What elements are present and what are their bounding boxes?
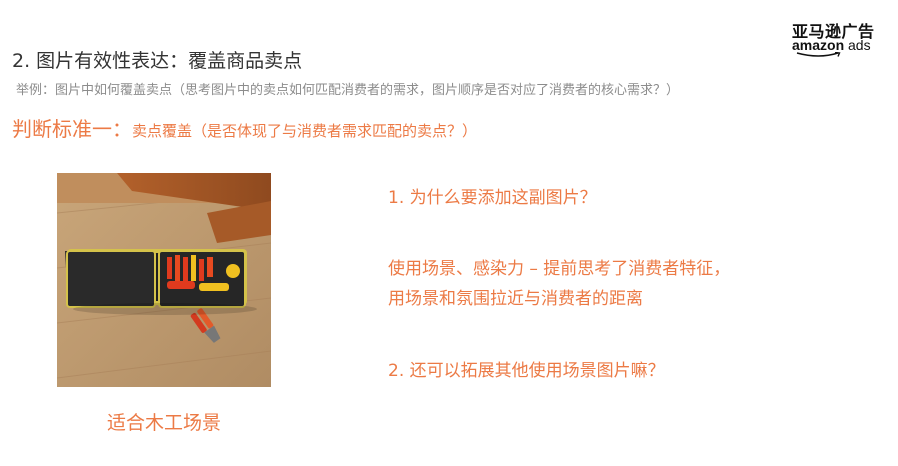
amazon-ads-logo: 亚马逊广告 amazon ads — [792, 18, 888, 57]
logo-english-text: amazon ads — [792, 37, 871, 53]
answer-1: 使用场景、感染力 – 提前思考了消费者特征， 用场景和氛围拉近与消费者的距离 — [388, 254, 730, 314]
image-caption: 适合木工场景 — [106, 412, 221, 434]
criterion-description: 卖点覆盖（是否体现了与消费者需求匹配的卖点？） — [132, 122, 478, 140]
answer-1-line-1: 使用场景、感染力 – 提前思考了消费者特征， — [388, 259, 731, 279]
page-title: 2. 图片有效性表达：覆盖商品卖点 — [12, 50, 303, 72]
question-2: 2. 还可以拓展其他使用场景图片嘛？ — [388, 361, 665, 381]
answer-1-line-2: 用场景和氛围拉近与消费者的距离 — [388, 289, 643, 309]
logo-amazon-word: amazon — [792, 37, 845, 53]
example-note: 举例：图片中如何覆盖卖点（思考图片中的卖点如何匹配消费者的需求，图片顺序是否对应… — [16, 83, 680, 98]
criterion-label: 判断标准一： — [12, 117, 132, 141]
amazon-smile-icon — [796, 52, 841, 57]
product-photo — [57, 173, 271, 387]
tool-kit-illustration — [57, 173, 271, 387]
criterion-heading: 判断标准一：卖点覆盖（是否体现了与消费者需求匹配的卖点？） — [12, 113, 477, 142]
logo-ads-word: ads — [844, 37, 871, 53]
question-1: 1. 为什么要添加这副图片？ — [388, 188, 597, 208]
